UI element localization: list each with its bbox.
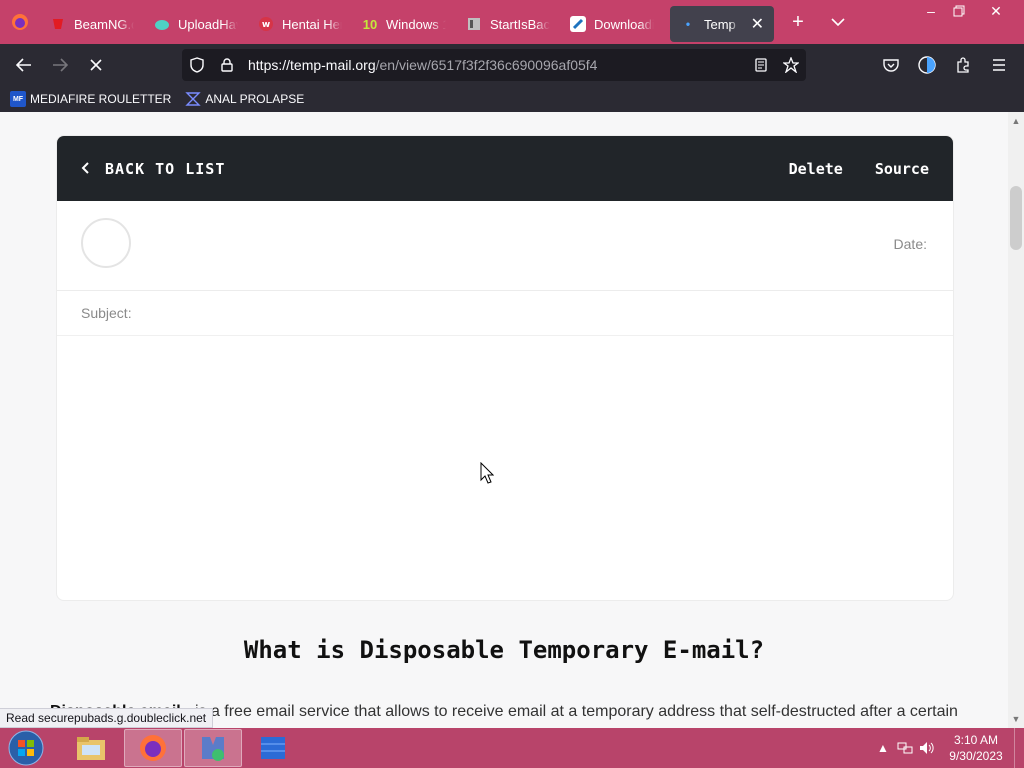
beamng-icon <box>50 16 66 32</box>
tab-uploadhaven[interactable]: UploadHaven <box>144 6 248 42</box>
tab-hentaiheroes[interactable]: w Hentai Heroes <box>248 6 352 42</box>
url-bar[interactable]: https://temp-mail.org/en/view/6517f3f2f3… <box>182 49 806 81</box>
mail-header-bar: BACK TO LIST Delete Source <box>57 136 953 201</box>
status-bar: Read securepubads.g.doubleclick.net <box>0 708 214 728</box>
taskbar-explorer[interactable] <box>62 729 120 767</box>
sender-row: Date: <box>57 201 953 291</box>
uploadhaven-icon <box>154 16 170 32</box>
folder-icon <box>77 737 105 760</box>
mouse-cursor-icon <box>480 462 494 484</box>
back-to-list-button[interactable]: BACK TO LIST <box>81 160 225 178</box>
chevron-left-icon <box>81 160 89 178</box>
bookmark-label: MEDIAFIRE ROULETTER <box>30 92 172 106</box>
pocket-icon[interactable] <box>876 49 906 81</box>
mail-view-card: BACK TO LIST Delete Source Date: Subject… <box>56 135 954 601</box>
section-heading: What is Disposable Temporary E-mail? <box>243 636 765 664</box>
bookmark-prolapse[interactable]: ANAL PROLAPSE <box>185 91 304 107</box>
network-icon[interactable] <box>894 741 916 755</box>
tab-label: Hentai Heroes <box>282 16 342 32</box>
tab-label: StartIsBack <box>490 16 550 32</box>
shield-icon[interactable] <box>182 49 212 81</box>
startisback-icon <box>466 16 482 32</box>
nav-bar: https://temp-mail.org/en/view/6517f3f2f3… <box>0 44 1024 86</box>
firefox-menu-icon[interactable] <box>0 0 40 44</box>
tab-label: BeamNG.drive <box>74 16 134 32</box>
tab-windows[interactable]: 10 Windows 11 <box>352 6 456 42</box>
subject-row: Subject: <box>57 291 953 336</box>
extensions-icon[interactable] <box>948 49 978 81</box>
stop-loading-icon[interactable] <box>80 49 112 81</box>
windows-orb-icon <box>8 730 44 766</box>
volume-icon[interactable] <box>916 741 938 755</box>
mail-body <box>57 336 953 600</box>
close-window-icon[interactable]: ✕ <box>978 0 1014 22</box>
tab-label: Downloading <box>594 16 654 32</box>
hamburger-menu-icon[interactable] <box>984 49 1014 81</box>
page-viewport: BACK TO LIST Delete Source Date: Subject… <box>0 112 1008 728</box>
scroll-thumb[interactable] <box>1010 186 1022 250</box>
reader-view-icon[interactable] <box>746 49 776 81</box>
url-text[interactable]: https://temp-mail.org/en/view/6517f3f2f3… <box>248 57 597 73</box>
lock-icon[interactable] <box>212 49 242 81</box>
list-all-tabs-icon[interactable] <box>820 4 856 40</box>
system-tray: ▲ 3:10 AM 9/30/2023 <box>872 728 1024 768</box>
bookmark-star-icon[interactable] <box>776 49 806 81</box>
close-tab-icon[interactable]: ✕ <box>751 14 764 34</box>
source-button[interactable]: Source <box>875 160 929 178</box>
bookmark-generic-icon <box>185 91 202 107</box>
tab-strip: BeamNG.drive UploadHaven w Hentai Heroes… <box>0 0 1024 44</box>
avatar <box>81 217 131 268</box>
taskbar-app[interactable] <box>184 729 242 767</box>
new-tab-button[interactable]: + <box>780 4 816 40</box>
subject-label: Subject: <box>81 305 132 321</box>
show-desktop-button[interactable] <box>1014 728 1024 768</box>
back-to-list-label: BACK TO LIST <box>105 159 226 178</box>
scroll-down-icon[interactable]: ▼ <box>1008 712 1024 726</box>
tab-startisback[interactable]: StartIsBack <box>456 6 560 42</box>
tempmail-icon: • <box>685 17 691 31</box>
restore-icon[interactable] <box>942 0 976 22</box>
clock-date: 9/30/2023 <box>949 749 1003 763</box>
archive-icon <box>261 737 285 759</box>
taskbar-winrar[interactable] <box>244 729 302 767</box>
bookmarks-toolbar: MF MEDIAFIRE ROULETTER ANAL PROLAPSE <box>0 86 1024 112</box>
para-text: - is a free email service that allows to… <box>180 703 958 720</box>
forward-icon[interactable] <box>44 49 76 81</box>
date-label: Date: <box>893 235 927 252</box>
clock[interactable]: 3:10 AM 9/30/2023 <box>938 732 1014 764</box>
bookmark-label: ANAL PROLAPSE <box>205 92 305 106</box>
download-icon <box>570 16 586 32</box>
back-icon[interactable] <box>8 49 40 81</box>
windows10-icon: 10 <box>362 16 378 32</box>
hentaiheroes-icon: w <box>258 16 274 32</box>
page-scrollbar[interactable]: ▲ ▼ <box>1008 112 1024 728</box>
tab-downloading[interactable]: Downloading <box>560 6 664 42</box>
tab-beamng[interactable]: BeamNG.drive <box>40 6 144 42</box>
start-button[interactable] <box>0 728 52 768</box>
account-icon[interactable] <box>912 49 942 81</box>
delete-button[interactable]: Delete <box>789 160 843 178</box>
tab-tempmail[interactable]: • Temp Mail ✕ <box>670 6 774 42</box>
bookmark-mediafire[interactable]: MF MEDIAFIRE ROULETTER <box>10 91 171 107</box>
taskbar-firefox[interactable] <box>124 729 182 767</box>
firefox-icon <box>140 735 166 761</box>
tab-label: UploadHaven <box>178 16 238 32</box>
svg-text:w: w <box>262 20 270 30</box>
clock-time: 3:10 AM <box>953 733 999 747</box>
tab-label: Temp Mail <box>704 16 739 32</box>
tray-expand-icon[interactable]: ▲ <box>872 741 894 755</box>
taskbar: ▲ 3:10 AM 9/30/2023 <box>0 728 1024 768</box>
app-download-icon <box>202 737 224 761</box>
tab-label: Windows 11 <box>386 16 446 32</box>
scroll-up-icon[interactable]: ▲ <box>1008 114 1024 128</box>
mediafire-icon: MF <box>10 91 26 107</box>
